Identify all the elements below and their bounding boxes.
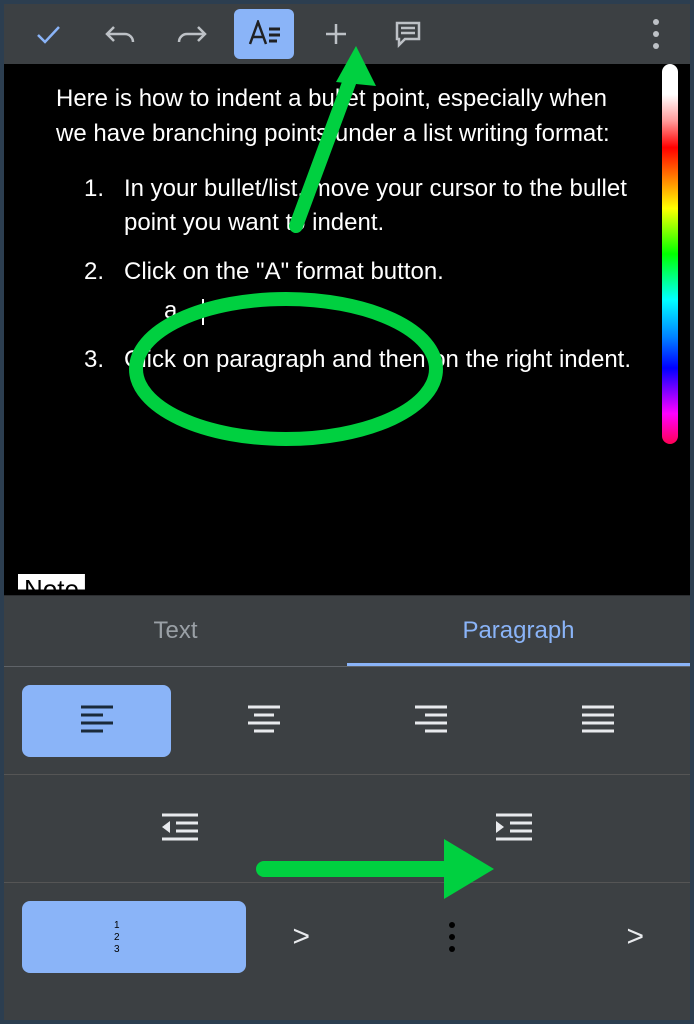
ordered-list-icon: 1 2 3 bbox=[112, 919, 156, 955]
format-panel: Text Paragraph bbox=[4, 595, 690, 1020]
indent-decrease-button[interactable] bbox=[22, 793, 338, 865]
tab-paragraph[interactable]: Paragraph bbox=[347, 596, 690, 666]
list-item[interactable]: Click on the "A" format button. bbox=[110, 255, 638, 329]
ordered-list-expand[interactable]: > bbox=[264, 920, 338, 954]
list-item-text: Click on the "A" format button. bbox=[124, 258, 444, 285]
list-item[interactable]: In your bullet/list, move your cursor to… bbox=[110, 172, 638, 242]
tab-label: Text bbox=[153, 617, 197, 645]
more-vert-icon bbox=[653, 19, 659, 49]
align-center-icon bbox=[244, 703, 284, 739]
intro-text: Here is how to indent a bullet point, es… bbox=[56, 82, 638, 152]
panel-tabs: Text Paragraph bbox=[4, 596, 690, 666]
align-left-button[interactable] bbox=[22, 685, 171, 757]
undo-button[interactable] bbox=[84, 4, 156, 64]
indent-row bbox=[4, 775, 690, 883]
svg-text:2: 2 bbox=[114, 932, 120, 943]
align-right-icon bbox=[411, 703, 451, 739]
tab-text[interactable]: Text bbox=[4, 596, 347, 666]
svg-text:1: 1 bbox=[114, 920, 120, 931]
tab-label: Paragraph bbox=[462, 617, 574, 645]
text-cursor bbox=[202, 299, 204, 325]
bulleted-list-expand[interactable]: > bbox=[598, 920, 672, 954]
top-toolbar bbox=[4, 4, 690, 64]
chevron-right-icon: > bbox=[626, 920, 644, 953]
add-button[interactable] bbox=[300, 4, 372, 64]
redo-button[interactable] bbox=[156, 4, 228, 64]
document-body[interactable]: Here is how to indent a bullet point, es… bbox=[32, 64, 662, 595]
alignment-row bbox=[4, 667, 690, 775]
check-button[interactable] bbox=[12, 4, 84, 64]
list-item-text: In your bullet/list, move your cursor to… bbox=[124, 175, 627, 237]
svg-text:3: 3 bbox=[114, 944, 120, 955]
align-justify-button[interactable] bbox=[523, 685, 672, 757]
align-justify-icon bbox=[578, 703, 618, 739]
align-center-button[interactable] bbox=[189, 685, 338, 757]
chevron-right-icon: > bbox=[292, 920, 310, 953]
ordered-list-button[interactable]: 1 2 3 bbox=[22, 901, 246, 973]
list-item-text: Click on paragraph and then on the right… bbox=[124, 346, 631, 373]
align-right-button[interactable] bbox=[356, 685, 505, 757]
indent-decrease-icon bbox=[158, 811, 202, 847]
comment-button[interactable] bbox=[372, 4, 444, 64]
text-format-button[interactable] bbox=[234, 9, 294, 59]
align-left-icon bbox=[77, 703, 117, 739]
bulleted-list-icon bbox=[446, 919, 490, 955]
bulleted-list-button[interactable] bbox=[356, 901, 580, 973]
more-button[interactable] bbox=[630, 4, 682, 64]
indent-increase-icon bbox=[492, 811, 536, 847]
ordered-list: In your bullet/list, move your cursor to… bbox=[56, 172, 638, 378]
sub-list-item[interactable] bbox=[184, 294, 638, 329]
color-scroll-strip[interactable] bbox=[662, 64, 678, 444]
list-item[interactable]: Click on paragraph and then on the right… bbox=[110, 343, 638, 378]
list-type-row: 1 2 3 > bbox=[4, 883, 690, 991]
indent-increase-button[interactable] bbox=[356, 793, 672, 865]
